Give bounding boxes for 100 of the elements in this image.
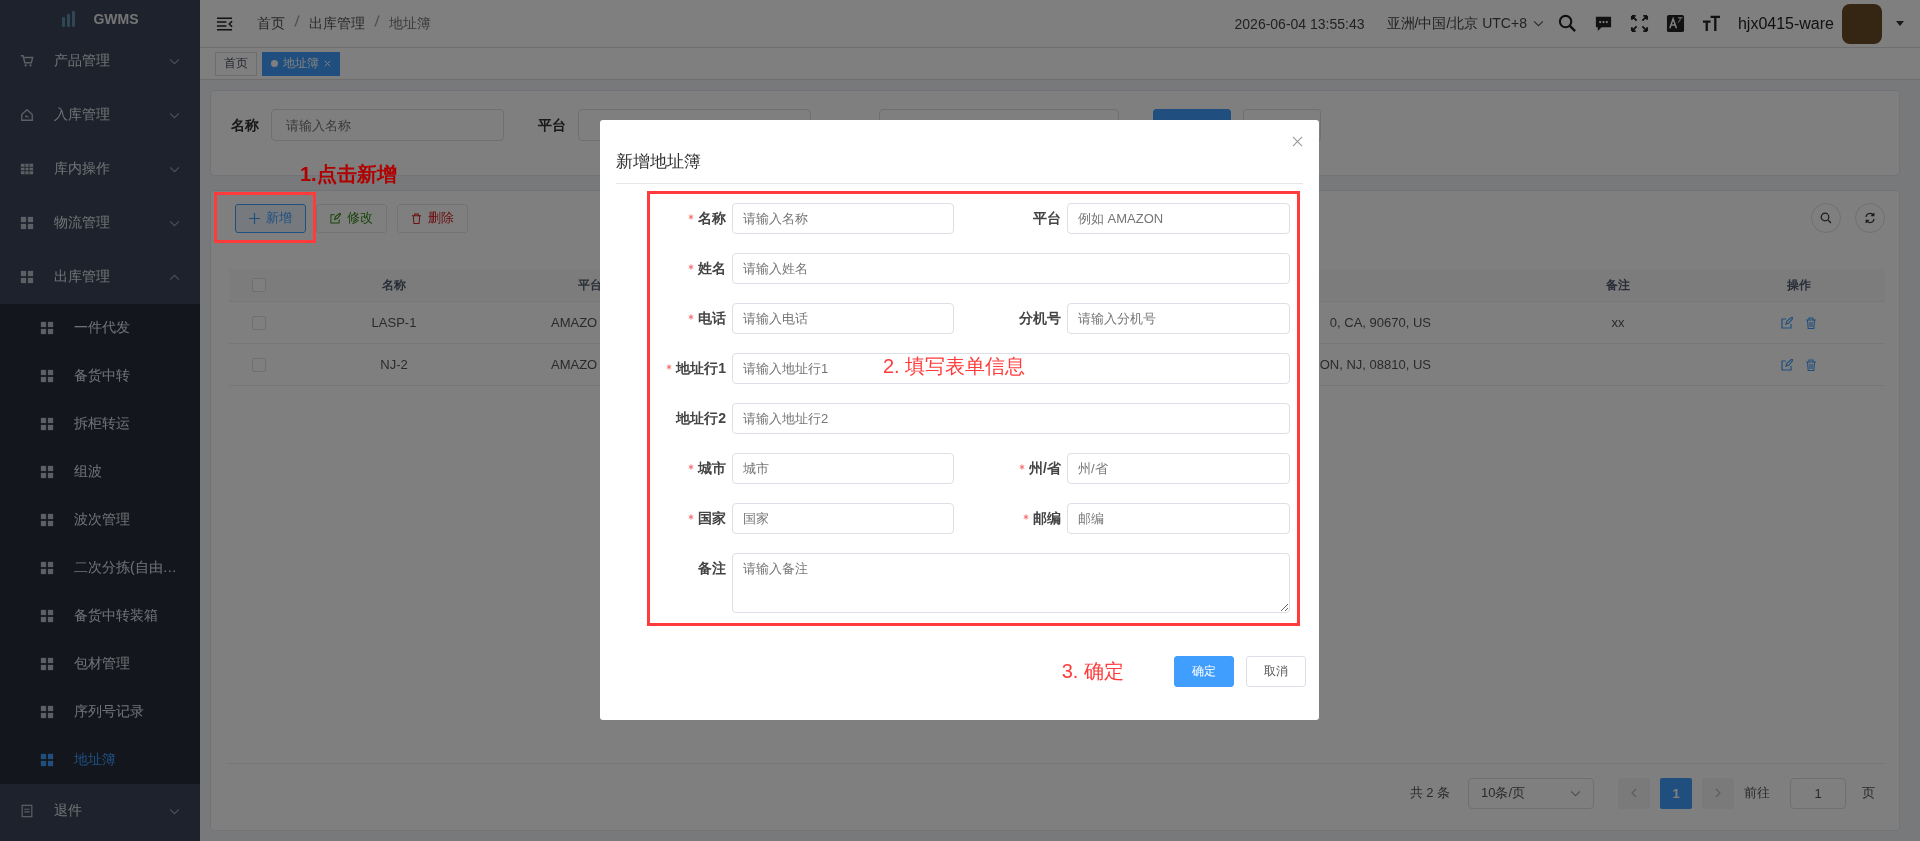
field-label: 邮编	[1033, 509, 1061, 528]
field-label: 地址行1	[676, 359, 726, 378]
grid-icon	[40, 609, 54, 623]
menu-fold-icon[interactable]	[216, 16, 233, 31]
avatar-photo-placeholder[interactable]	[1842, 3, 1882, 44]
font-size-icon[interactable]	[1701, 14, 1721, 33]
grid-icon	[40, 369, 54, 383]
table-cell: AMAZO	[551, 315, 598, 330]
chevron-icon	[169, 111, 180, 119]
sidebar-menu-item[interactable]: 产品管理	[0, 34, 200, 88]
search-input-field[interactable]: 请输入名称	[271, 109, 504, 141]
grid-icon	[40, 321, 54, 335]
plus-icon	[249, 212, 260, 224]
sidebar-submenu-item[interactable]: 一件代发	[0, 304, 200, 352]
page-size-select[interactable]: 10条/页	[1468, 777, 1594, 809]
chevron-icon	[169, 219, 180, 227]
current-datetime: 2026-06-04 13:55:43	[1234, 15, 1365, 32]
grid-icon	[20, 216, 34, 230]
table-icon	[20, 162, 34, 176]
table-cell: ON, NJ, 08810, US	[1319, 357, 1431, 372]
chevron-icon	[169, 273, 180, 281]
caret-down-icon[interactable]	[1896, 21, 1904, 26]
page-tab[interactable]: 地址簿	[262, 51, 340, 76]
breadcrumb-link[interactable]: 地址簿	[389, 14, 431, 33]
house-icon	[20, 108, 34, 122]
document-icon	[20, 804, 34, 818]
cart-icon	[20, 54, 34, 68]
field-label: 分机号	[1019, 309, 1061, 328]
trash-icon[interactable]	[1805, 358, 1817, 371]
breadcrumb-link[interactable]: 首页	[257, 14, 285, 33]
sidebar-submenu-item[interactable]: 组波	[0, 448, 200, 496]
chevron-icon	[1570, 789, 1581, 797]
grid-icon	[40, 561, 54, 575]
dialog-button[interactable]: 取消	[1246, 656, 1306, 687]
chevron-icon	[169, 807, 180, 815]
column-header: 操作	[1786, 276, 1812, 294]
table-cell: 0, CA, 90670, US	[1329, 315, 1431, 330]
field-label: 地址行2	[676, 409, 726, 428]
chat-bubble-icon[interactable]	[1593, 14, 1613, 33]
refresh-icon	[1864, 212, 1876, 224]
input-field[interactable]: 请输入分机号	[1067, 303, 1290, 334]
grid-icon	[40, 753, 54, 767]
sidebar-submenu-item[interactable]: 拆柜转运	[0, 400, 200, 448]
sidebar-menu-item[interactable]: 库内操作	[0, 142, 200, 196]
input-field[interactable]: 请输入电话	[732, 303, 954, 334]
sidebar-submenu-item[interactable]: 二次分拣(自由…	[0, 544, 200, 592]
edit-icon[interactable]	[1781, 358, 1793, 371]
trash-icon	[411, 212, 422, 224]
edit-icon[interactable]	[1781, 316, 1793, 329]
goto-page-input[interactable]: 1	[1790, 777, 1846, 809]
input-field[interactable]: 请输入地址行2	[732, 403, 1290, 434]
search-icon[interactable]	[1557, 14, 1577, 33]
breadcrumb-link[interactable]: 出库管理	[309, 14, 365, 33]
sidebar-menu-item[interactable]: 退件	[0, 784, 200, 838]
input-field[interactable]: 邮编	[1067, 503, 1290, 534]
chevron-icon	[169, 57, 180, 65]
translate-icon[interactable]	[1665, 14, 1685, 33]
grid-icon	[40, 657, 54, 671]
dialog-title: 新增地址簿	[616, 151, 701, 173]
input-field[interactable]: 州/省	[1067, 453, 1290, 484]
trash-icon[interactable]	[1805, 316, 1817, 329]
input-field[interactable]: 例如 AMAZON	[1067, 203, 1290, 234]
field-label: 平台	[1033, 209, 1061, 228]
remark-textarea[interactable]: 请输入备注	[732, 553, 1290, 613]
total-count: 共 2 条	[1409, 784, 1450, 802]
slash-separator-icon	[374, 14, 380, 27]
input-field[interactable]: 请输入姓名	[732, 253, 1290, 284]
sidebar-menu-item[interactable]: 出库管理	[0, 250, 200, 304]
input-field[interactable]: 城市	[732, 453, 954, 484]
sidebar-submenu-item[interactable]: 备货中转	[0, 352, 200, 400]
chevron-right-icon	[1715, 788, 1721, 798]
page-tab[interactable]: 首页	[215, 51, 257, 76]
username[interactable]: hjx0415-ware	[1737, 14, 1834, 33]
field-label: 名称	[231, 116, 259, 135]
sidebar-menu-item[interactable]: 入库管理	[0, 88, 200, 142]
sidebar-menu-item[interactable]: 物流管理	[0, 196, 200, 250]
toolbar-button[interactable]: 新增	[235, 203, 306, 233]
fullscreen-icon[interactable]	[1629, 14, 1649, 33]
sidebar-submenu-item[interactable]: 备货中转装箱	[0, 592, 200, 640]
field-label: 电话	[698, 309, 726, 328]
dot-icon	[271, 60, 278, 67]
table-cell: xx	[1611, 315, 1625, 330]
edit-icon	[330, 212, 341, 224]
page-number-button[interactable]: 1	[1660, 777, 1692, 809]
step-annotation: 1.点击新增	[300, 162, 397, 187]
close-icon[interactable]	[1292, 136, 1303, 147]
input-field[interactable]: 请输入名称	[732, 203, 954, 234]
grid-icon	[40, 417, 54, 431]
dialog-button[interactable]: 确定	[1174, 656, 1234, 687]
input-field[interactable]: 国家	[732, 503, 954, 534]
search-icon	[1820, 212, 1832, 224]
table-cell-text: NJ-2	[379, 357, 409, 372]
chevron-icon[interactable]	[1532, 20, 1544, 27]
sidebar-submenu-item[interactable]: 波次管理	[0, 496, 200, 544]
sidebar-submenu-item[interactable]: 地址簿	[0, 736, 200, 784]
grid-icon	[40, 705, 54, 719]
sidebar-submenu-item[interactable]: 序列号记录	[0, 688, 200, 736]
timezone-dropdown[interactable]: 亚洲/中国/北京 UTC+8	[1386, 14, 1527, 33]
sidebar-submenu-item[interactable]: 包材管理	[0, 640, 200, 688]
table-cell: AMAZO	[551, 357, 598, 372]
